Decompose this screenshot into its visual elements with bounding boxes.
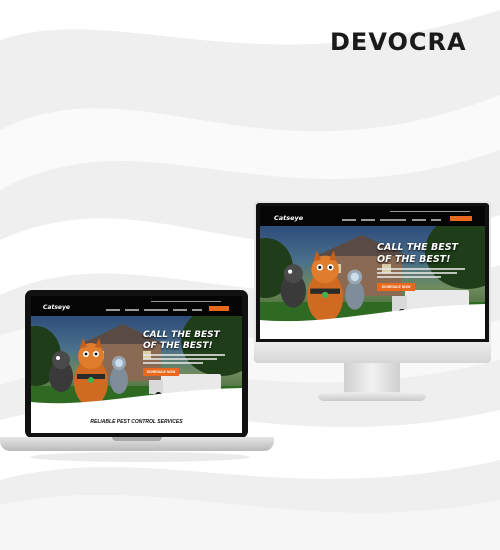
hero-headline-line1: CALL THE BEST — [377, 242, 459, 253]
hero-wave-divider — [260, 304, 485, 326]
site-navbar: Catseye — [31, 296, 242, 316]
hero-copy-line — [377, 276, 441, 278]
hero-copy-line — [143, 358, 217, 360]
nav-link[interactable] — [125, 309, 139, 311]
laptop-shadow — [30, 452, 250, 462]
laptop-website: Catseye CALL THE BEST OF THE BEST! SCHED… — [31, 296, 242, 433]
site-navbar: Catseye — [260, 206, 485, 226]
monitor-website: Catseye CALL THE BEST OF THE BEST! SCHED… — [260, 206, 485, 339]
schedule-now-button[interactable]: SCHEDULE NOW — [377, 283, 415, 291]
monitor-stand-neck — [344, 363, 400, 395]
nav-cta-button[interactable] — [450, 216, 472, 221]
hero-headline-line2: OF THE BEST! — [377, 254, 451, 265]
hero-copy-line — [143, 354, 225, 356]
hero-banner: CALL THE BEST OF THE BEST! SCHEDULE NOW — [31, 316, 242, 408]
nav-link[interactable] — [106, 309, 120, 311]
monitor-stand-foot — [318, 392, 426, 401]
schedule-now-button[interactable]: SCHEDULE NOW — [143, 368, 179, 376]
nav-link[interactable] — [380, 219, 406, 221]
hero-copy-line — [377, 272, 457, 274]
site-logo[interactable]: Catseye — [274, 214, 303, 222]
nav-link[interactable] — [192, 309, 202, 311]
monitor-chin — [254, 342, 491, 363]
hero-headline-line1: CALL THE BEST — [143, 330, 220, 340]
site-logo[interactable]: Catseye — [43, 304, 70, 311]
section-title: RELIABLE PEST CONTROL SERVICES — [90, 419, 183, 425]
nav-cta-button[interactable] — [209, 306, 229, 311]
nav-utility-link[interactable] — [151, 301, 221, 302]
nav-link[interactable] — [144, 309, 168, 311]
hero-headline-line2: OF THE BEST! — [143, 341, 213, 351]
hero-copy-line — [143, 362, 203, 364]
nav-utility-link[interactable] — [390, 211, 470, 212]
laptop-notch — [112, 437, 162, 441]
hero-copy-line — [377, 268, 465, 270]
nav-link[interactable] — [431, 219, 441, 221]
hero-wave-divider — [31, 388, 242, 408]
nav-link[interactable] — [412, 219, 426, 221]
nav-link[interactable] — [361, 219, 375, 221]
brand-logo: DEVOCRA — [330, 28, 467, 56]
nav-link[interactable] — [342, 219, 356, 221]
nav-link[interactable] — [173, 309, 187, 311]
hero-banner: CALL THE BEST OF THE BEST! SCHEDULE NOW — [260, 226, 485, 326]
